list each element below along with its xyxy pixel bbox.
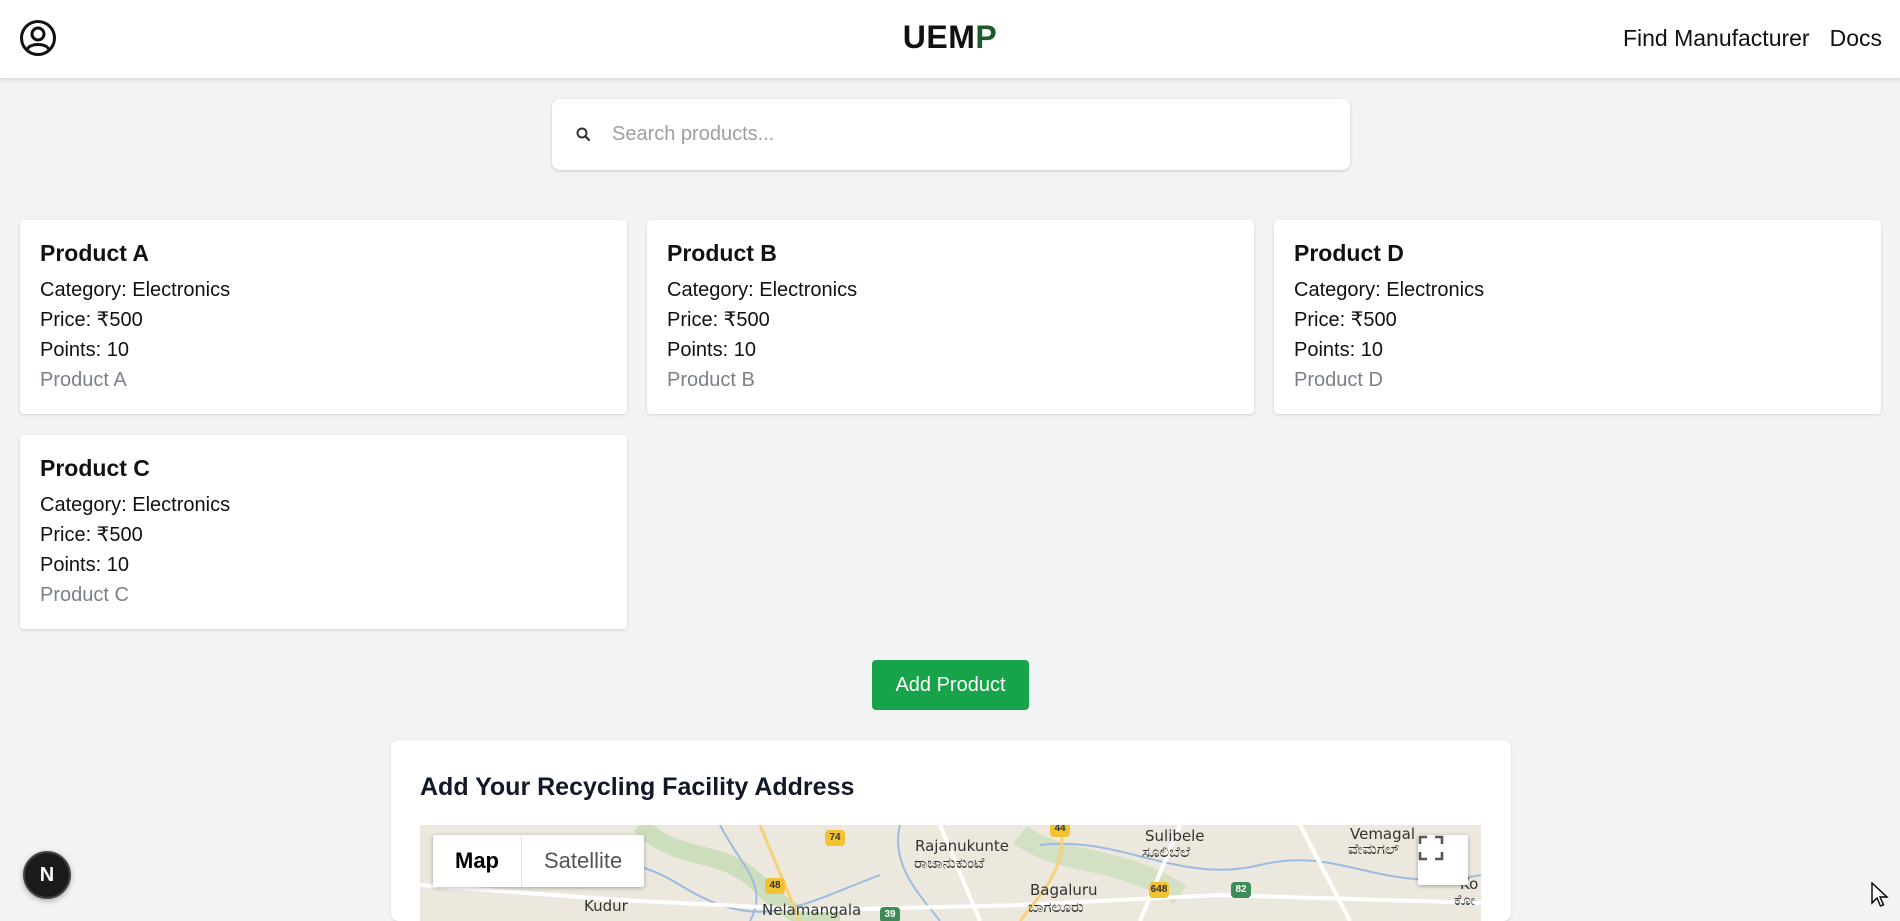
dev-tools-badge[interactable]: N (23, 851, 71, 899)
product-card[interactable]: Product D Category: Electronics Price: ₹… (1274, 220, 1881, 414)
product-card[interactable]: Product C Category: Electronics Price: ₹… (20, 435, 627, 629)
product-points: Points: 10 (1294, 339, 1383, 361)
product-search-bar (552, 99, 1350, 170)
map-label: ಬಾಗಲೂರು (1028, 898, 1084, 916)
map-label: Rajanukunte (915, 837, 1010, 855)
product-points: Points: 10 (40, 339, 129, 361)
product-category: Category: Electronics (667, 279, 858, 301)
product-title: Product D (1294, 240, 1404, 266)
map-label: ವೇಮಗಲ್ (1348, 840, 1400, 858)
product-category: Category: Electronics (40, 279, 231, 301)
route-shield: 48 (765, 878, 785, 894)
map-type-satellite-button[interactable]: Satellite (521, 835, 644, 887)
product-points: Points: 10 (667, 339, 756, 361)
map-label: Bagaluru (1030, 881, 1098, 899)
map-type-map-button[interactable]: Map (433, 835, 521, 887)
add-product-button[interactable]: Add Product (872, 660, 1029, 710)
route-shield: 39 (880, 907, 900, 921)
route-shield: 74 (825, 830, 845, 846)
facility-address-panel: Add Your Recycling Facility Address Raja… (391, 740, 1511, 921)
map-label: ಸೂಲಿಬೆಲೆ (1142, 843, 1191, 861)
product-card[interactable]: Product A Category: Electronics Price: ₹… (20, 220, 627, 414)
search-input[interactable] (612, 123, 1312, 146)
product-title: Product B (667, 240, 777, 266)
brand-logo[interactable]: UEMP (0, 19, 1900, 56)
product-card[interactable]: Product B Category: Electronics Price: ₹… (647, 220, 1254, 414)
product-description: Product C (40, 584, 129, 606)
map-label: ಕೋ (1454, 891, 1476, 909)
map-view[interactable]: Rajanukunte ರಾಜಾನುಕುಂಟೆ Sulibele ಸೂಲಿಬೆಲ… (420, 825, 1481, 921)
product-price: Price: ₹500 (1294, 309, 1397, 331)
map-label: ರಾಜಾನುಕುಂಟೆ (914, 854, 985, 872)
map-type-toggle: Map Satellite (433, 835, 645, 887)
product-category: Category: Electronics (40, 494, 231, 516)
product-price: Price: ₹500 (667, 309, 770, 331)
facility-heading: Add Your Recycling Facility Address (420, 773, 855, 801)
nav-find-manufacturer[interactable]: Find Manufacturer (1623, 25, 1810, 52)
product-price: Price: ₹500 (40, 524, 143, 546)
search-icon (576, 127, 591, 141)
nav-docs[interactable]: Docs (1830, 25, 1882, 52)
mouse-cursor-icon (1871, 882, 1889, 907)
map-label: Nelamangala (762, 901, 862, 919)
brand-text: UEM (902, 19, 976, 55)
product-price: Price: ₹500 (40, 309, 143, 331)
brand-accent-letter: P (975, 19, 998, 55)
product-description: Product A (40, 369, 127, 391)
product-category: Category: Electronics (1294, 279, 1485, 301)
fullscreen-button[interactable] (1418, 835, 1468, 885)
route-shield: 82 (1231, 882, 1251, 898)
route-shield: 648 (1149, 882, 1169, 898)
product-title: Product C (40, 455, 150, 481)
map-label: Kudur (584, 897, 628, 915)
top-navbar: UEMP Find Manufacturer Docs (0, 0, 1900, 78)
product-title: Product A (40, 240, 150, 266)
route-shield: 44 (1050, 825, 1070, 837)
top-nav: Find Manufacturer Docs (1623, 25, 1882, 52)
product-description: Product B (667, 369, 755, 391)
product-description: Product D (1294, 369, 1383, 391)
fullscreen-icon (1418, 835, 1444, 861)
product-points: Points: 10 (40, 554, 129, 576)
